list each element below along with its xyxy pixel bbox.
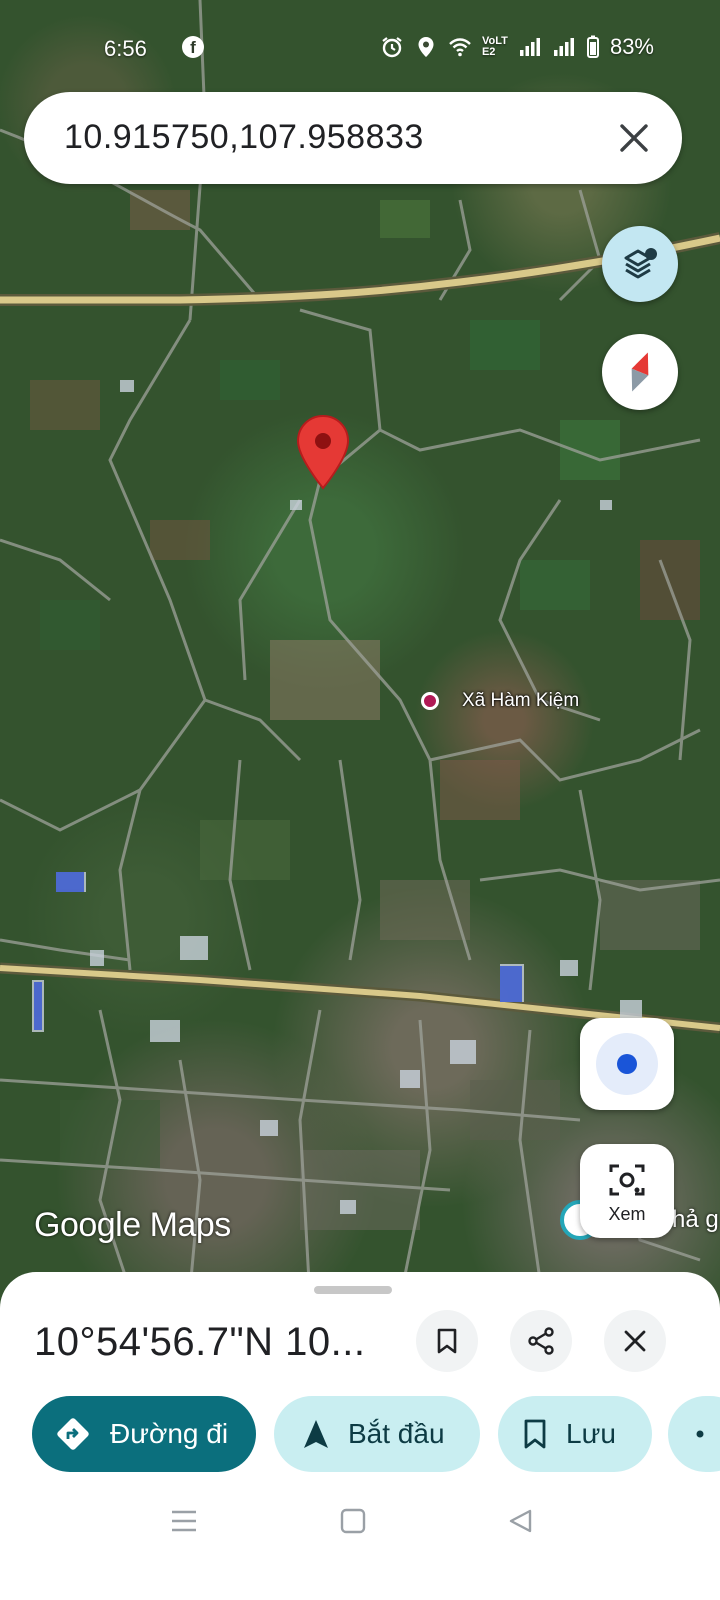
back-icon[interactable] bbox=[508, 1508, 534, 1534]
location-pin-icon[interactable] bbox=[296, 414, 350, 490]
watermark-google: Google bbox=[34, 1206, 141, 1244]
battery-percentage: 83% bbox=[609, 34, 654, 59]
poi-marker-icon[interactable] bbox=[421, 692, 439, 710]
layers-button[interactable] bbox=[602, 226, 678, 302]
directions-button[interactable]: Đường đi bbox=[32, 1396, 256, 1472]
layers-icon bbox=[624, 248, 657, 279]
search-bar[interactable]: 10.915750,107.958833 bbox=[24, 92, 682, 184]
location-icon bbox=[418, 37, 434, 57]
place-title: 10°54'56.7"N 10... bbox=[34, 1320, 366, 1364]
poi-label[interactable]: Xã Hàm Kiệm bbox=[462, 690, 579, 712]
navigation-arrow-icon bbox=[304, 1420, 328, 1448]
close-icon bbox=[624, 1330, 646, 1352]
compass-icon bbox=[631, 352, 649, 392]
share-button[interactable] bbox=[510, 1310, 572, 1372]
share-icon bbox=[528, 1327, 554, 1355]
status-icons: VoLTE2 83% bbox=[380, 34, 654, 60]
menu-icon[interactable] bbox=[170, 1508, 198, 1534]
lens-label: Xem bbox=[608, 1204, 646, 1224]
battery-icon bbox=[586, 35, 599, 58]
directions-icon bbox=[57, 1418, 89, 1450]
bookmark-icon bbox=[437, 1328, 457, 1354]
partial-map-label: hả g bbox=[672, 1206, 719, 1233]
save-icon-button[interactable] bbox=[416, 1310, 478, 1372]
search-query[interactable]: 10.915750,107.958833 bbox=[64, 118, 424, 157]
start-label: Bắt đầu bbox=[348, 1418, 445, 1449]
wifi-icon bbox=[449, 38, 471, 57]
watermark-maps: Maps bbox=[149, 1206, 232, 1244]
my-location-dot bbox=[617, 1054, 637, 1074]
signal-icon bbox=[519, 38, 540, 56]
close-icon[interactable] bbox=[610, 114, 658, 162]
compass-button[interactable] bbox=[602, 334, 678, 410]
my-location-button[interactable] bbox=[580, 1018, 674, 1110]
close-sheet-button[interactable] bbox=[604, 1310, 666, 1372]
save-button[interactable]: Lưu bbox=[498, 1396, 652, 1472]
facebook-icon: f bbox=[182, 36, 204, 58]
system-navigation-bar bbox=[0, 1490, 720, 1560]
status-time: 6:56 bbox=[104, 36, 147, 61]
volte-icon: VoLTE2 bbox=[481, 35, 508, 58]
start-button[interactable]: Bắt đầu bbox=[274, 1396, 480, 1472]
google-maps-watermark: Google Maps bbox=[34, 1206, 231, 1245]
lens-view-button[interactable]: Xem bbox=[580, 1144, 674, 1238]
home-icon[interactable] bbox=[340, 1508, 366, 1534]
bookmark-icon bbox=[524, 1419, 546, 1449]
signal-icon bbox=[553, 38, 574, 56]
save-label: Lưu bbox=[566, 1418, 616, 1449]
status-bar: 6:56 f VoLTE2 83% bbox=[0, 28, 720, 68]
directions-label: Đường đi bbox=[110, 1418, 229, 1449]
map-roads bbox=[0, 0, 720, 1301]
sheet-drag-handle[interactable] bbox=[314, 1286, 392, 1294]
more-icon bbox=[696, 1430, 704, 1438]
alarm-icon bbox=[382, 37, 402, 58]
satellite-map[interactable]: Xã Hàm Kiệm Google Maps hả g bbox=[0, 0, 720, 1310]
camera-lens-icon bbox=[609, 1164, 645, 1196]
more-actions-chip[interactable] bbox=[668, 1396, 720, 1472]
